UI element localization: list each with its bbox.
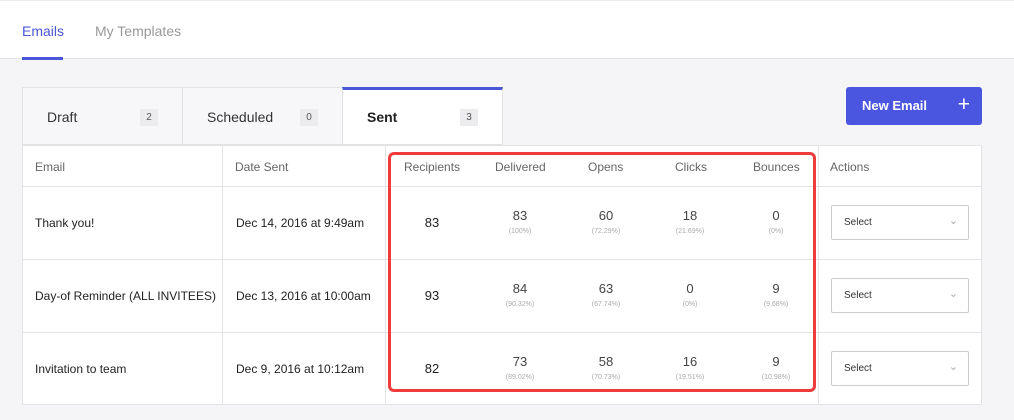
email-name[interactable]: Invitation to team xyxy=(35,362,126,376)
count-badge: 2 xyxy=(140,109,158,126)
recipients-count: 82 xyxy=(424,361,440,376)
date-sent: Dec 14, 2016 at 9:49am xyxy=(236,216,365,230)
subtab-draft[interactable]: Draft 2 xyxy=(22,87,182,145)
email-name[interactable]: Thank you! xyxy=(35,216,94,230)
delivered-percent: (100%) xyxy=(508,228,532,235)
new-email-button[interactable]: New Email + xyxy=(846,87,982,125)
date-sent: Dec 13, 2016 at 10:00am xyxy=(236,289,371,303)
bounces-percent: (9.68%) xyxy=(763,301,789,308)
delivered-count: 73 xyxy=(512,354,528,369)
top-navigation: Emails My Templates xyxy=(0,0,1014,60)
delivered-count: 84 xyxy=(512,281,528,296)
header-bounces[interactable]: Bounces xyxy=(753,160,800,174)
actions-select[interactable]: Select ⌄ xyxy=(831,351,969,386)
emails-panel: Draft 2 Scheduled 0 Sent 3 New Email + E… xyxy=(22,87,982,405)
bounces-percent: (10.98%) xyxy=(761,374,791,381)
date-sent: Dec 9, 2016 at 10:12am xyxy=(236,362,365,376)
clicks-count: 18 xyxy=(682,208,698,223)
row-divider xyxy=(23,332,981,333)
clicks-count: 0 xyxy=(686,281,694,296)
column-divider xyxy=(818,146,819,405)
opens-count: 60 xyxy=(598,208,614,223)
chevron-down-icon: ⌄ xyxy=(948,215,958,227)
header-clicks[interactable]: Clicks xyxy=(675,160,707,174)
recipients-count: 83 xyxy=(424,215,440,230)
delivered-count: 83 xyxy=(512,208,528,223)
chevron-down-icon: ⌄ xyxy=(948,361,958,373)
subtab-sent[interactable]: Sent 3 xyxy=(342,87,503,145)
actions-select[interactable]: Select ⌄ xyxy=(831,205,969,240)
select-value: Select xyxy=(844,217,872,228)
header-recipients[interactable]: Recipients xyxy=(404,160,460,174)
row-divider xyxy=(23,186,981,187)
tab-my-templates[interactable]: My Templates xyxy=(95,23,181,39)
column-divider xyxy=(222,146,223,405)
new-email-label: New Email xyxy=(862,98,928,113)
opens-count: 58 xyxy=(598,354,614,369)
header-actions: Actions xyxy=(830,160,870,174)
subtab-label: Draft xyxy=(47,109,78,125)
header-date-sent[interactable]: Date Sent xyxy=(235,160,288,174)
delivered-percent: (89.02%) xyxy=(505,374,535,381)
clicks-percent: (19.51%) xyxy=(675,374,705,381)
email-status-tabs: Draft 2 Scheduled 0 Sent 3 xyxy=(22,87,503,145)
actions-select[interactable]: Select ⌄ xyxy=(831,278,969,313)
clicks-percent: (0%) xyxy=(682,301,698,308)
recipients-count: 93 xyxy=(424,288,440,303)
count-badge: 0 xyxy=(300,109,318,126)
header-email[interactable]: Email xyxy=(35,160,65,174)
delivered-percent: (90.32%) xyxy=(505,301,535,308)
select-value: Select xyxy=(844,290,872,301)
opens-percent: (67.74%) xyxy=(591,301,621,308)
subtab-scheduled[interactable]: Scheduled 0 xyxy=(182,87,342,145)
tab-emails[interactable]: Emails xyxy=(22,23,64,39)
select-value: Select xyxy=(844,363,872,374)
header-delivered[interactable]: Delivered xyxy=(495,160,546,174)
subtab-label: Scheduled xyxy=(207,109,274,125)
opens-percent: (72.29%) xyxy=(591,228,621,235)
count-badge: 3 xyxy=(460,109,478,126)
sent-emails-table: Email Date Sent Recipients Delivered Ope… xyxy=(22,145,982,405)
row-divider xyxy=(23,259,981,260)
chevron-down-icon: ⌄ xyxy=(948,288,958,300)
email-name[interactable]: Day-of Reminder (ALL INVITEES) xyxy=(35,289,216,303)
clicks-percent: (21.69%) xyxy=(675,228,705,235)
header-opens[interactable]: Opens xyxy=(588,160,623,174)
bounces-count: 9 xyxy=(772,281,780,296)
opens-count: 63 xyxy=(598,281,614,296)
bounces-count: 0 xyxy=(772,208,780,223)
opens-percent: (70.73%) xyxy=(591,374,621,381)
bounces-percent: (0%) xyxy=(768,228,784,235)
column-divider xyxy=(385,146,386,405)
plus-icon: + xyxy=(957,93,970,116)
clicks-count: 16 xyxy=(682,354,698,369)
subtab-label: Sent xyxy=(367,109,398,125)
bounces-count: 9 xyxy=(772,354,780,369)
active-tab-indicator xyxy=(22,57,63,60)
